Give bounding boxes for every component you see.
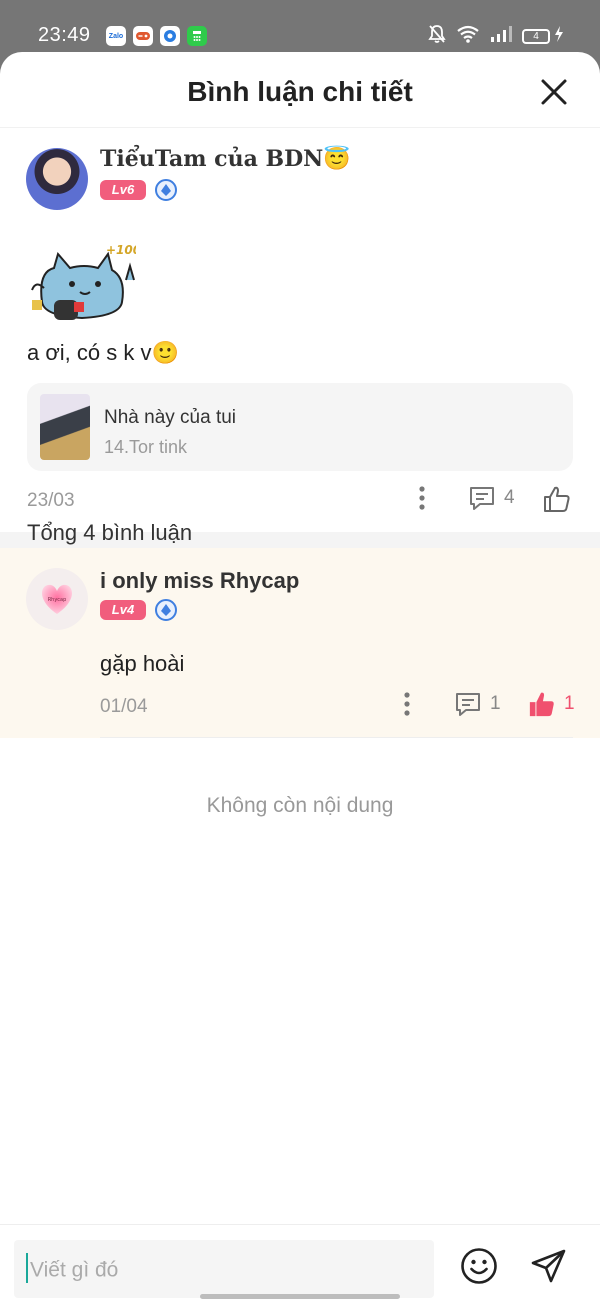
- comment-date: 23/03: [27, 490, 75, 511]
- post-subtitle: 14.Tor tink: [104, 437, 188, 457]
- reply-like-count: 1: [564, 693, 575, 714]
- battery-icon: 4: [522, 29, 550, 44]
- reply-like-button[interactable]: 1: [528, 690, 575, 718]
- comment-input[interactable]: Viết gì đó: [14, 1240, 434, 1298]
- like-button[interactable]: [542, 484, 572, 514]
- avatar-text: Rhycap: [48, 597, 67, 603]
- charging-icon: [554, 26, 564, 47]
- reply-date: 01/04: [100, 696, 148, 717]
- close-button[interactable]: [540, 78, 568, 106]
- calculator-icon: [187, 26, 207, 46]
- reply-reply-count-button[interactable]: 1: [454, 690, 501, 718]
- zalo-icon: Zalo: [106, 26, 126, 46]
- wifi-icon: [456, 25, 480, 48]
- comment-icon: [456, 693, 480, 716]
- reply-author-name[interactable]: i only miss Rhycap: [100, 568, 299, 594]
- more-vertical-icon: [404, 692, 410, 716]
- reply-count: 4: [504, 487, 515, 508]
- thumbs-up-icon: [544, 486, 570, 512]
- reply-count-button[interactable]: 4: [468, 484, 515, 512]
- status-bar: 23:49 Zalo 4: [0, 0, 600, 56]
- comment-text: a ơi, có s k v🙂: [27, 340, 179, 365]
- comment-input-placeholder: Viết gì đó: [30, 1258, 119, 1282]
- sticker-text: +100: [106, 243, 136, 257]
- status-right-icons: 4: [428, 24, 564, 49]
- reply-comment: Rhycap i only miss Rhycap Lv4 gặp hoài 0…: [0, 548, 600, 738]
- more-options-button[interactable]: [414, 484, 430, 512]
- browser-icon: [160, 26, 180, 46]
- no-more-content: Không còn nội dung: [206, 794, 394, 817]
- send-button[interactable]: [530, 1247, 568, 1285]
- reply-author-badges: Lv4: [100, 599, 177, 621]
- home-indicator[interactable]: [200, 1294, 400, 1299]
- level-badge: Lv4: [100, 600, 146, 620]
- heart-icon: Rhycap: [42, 584, 72, 614]
- smiley-icon: [461, 1248, 497, 1284]
- status-time: 23:49: [38, 24, 91, 46]
- reply-divider: [100, 737, 573, 738]
- reply-avatar[interactable]: Rhycap: [26, 568, 88, 630]
- linked-post-card[interactable]: Nhà này của tui 14.Tor tink: [27, 383, 573, 471]
- notification-icons: Zalo: [106, 26, 207, 46]
- signal-icon: [490, 26, 512, 47]
- more-vertical-icon: [419, 486, 425, 510]
- reply-more-options-button[interactable]: [399, 690, 415, 718]
- reply-reply-count: 1: [490, 693, 501, 714]
- sheet-header: Bình luận chi tiết: [0, 52, 600, 128]
- game-icon: [133, 26, 153, 46]
- screen: 23:49 Zalo 4 Bình luận chi tiết TiểuTam …: [0, 0, 600, 1300]
- close-icon: [541, 79, 567, 105]
- author-badges: Lv6: [100, 179, 177, 201]
- verified-icon: [155, 179, 177, 201]
- reply-text: gặp hoài: [100, 651, 185, 676]
- comment-icon: [470, 487, 494, 510]
- level-badge: Lv6: [100, 180, 146, 200]
- text-caret: [26, 1253, 28, 1283]
- verified-icon: [155, 599, 177, 621]
- post-title: Nhà này của tui: [104, 407, 237, 428]
- thumbs-up-filled-icon: [529, 692, 554, 717]
- emoji-button[interactable]: [460, 1247, 498, 1285]
- total-comments: Tổng 4 bình luận: [27, 520, 193, 545]
- sheet-title: Bình luận chi tiết: [187, 76, 413, 107]
- author-name[interactable]: TiểuTam của BDN😇: [100, 146, 351, 172]
- bell-muted-icon: [428, 24, 446, 49]
- main-comment: TiểuTam của BDN😇 Lv6 +100: [0, 128, 600, 532]
- avatar[interactable]: [26, 148, 88, 210]
- send-icon: [531, 1249, 566, 1283]
- cat-sticker: +100: [28, 240, 141, 326]
- comment-composer: Viết gì đó: [0, 1224, 600, 1300]
- post-thumbnail: [40, 394, 90, 460]
